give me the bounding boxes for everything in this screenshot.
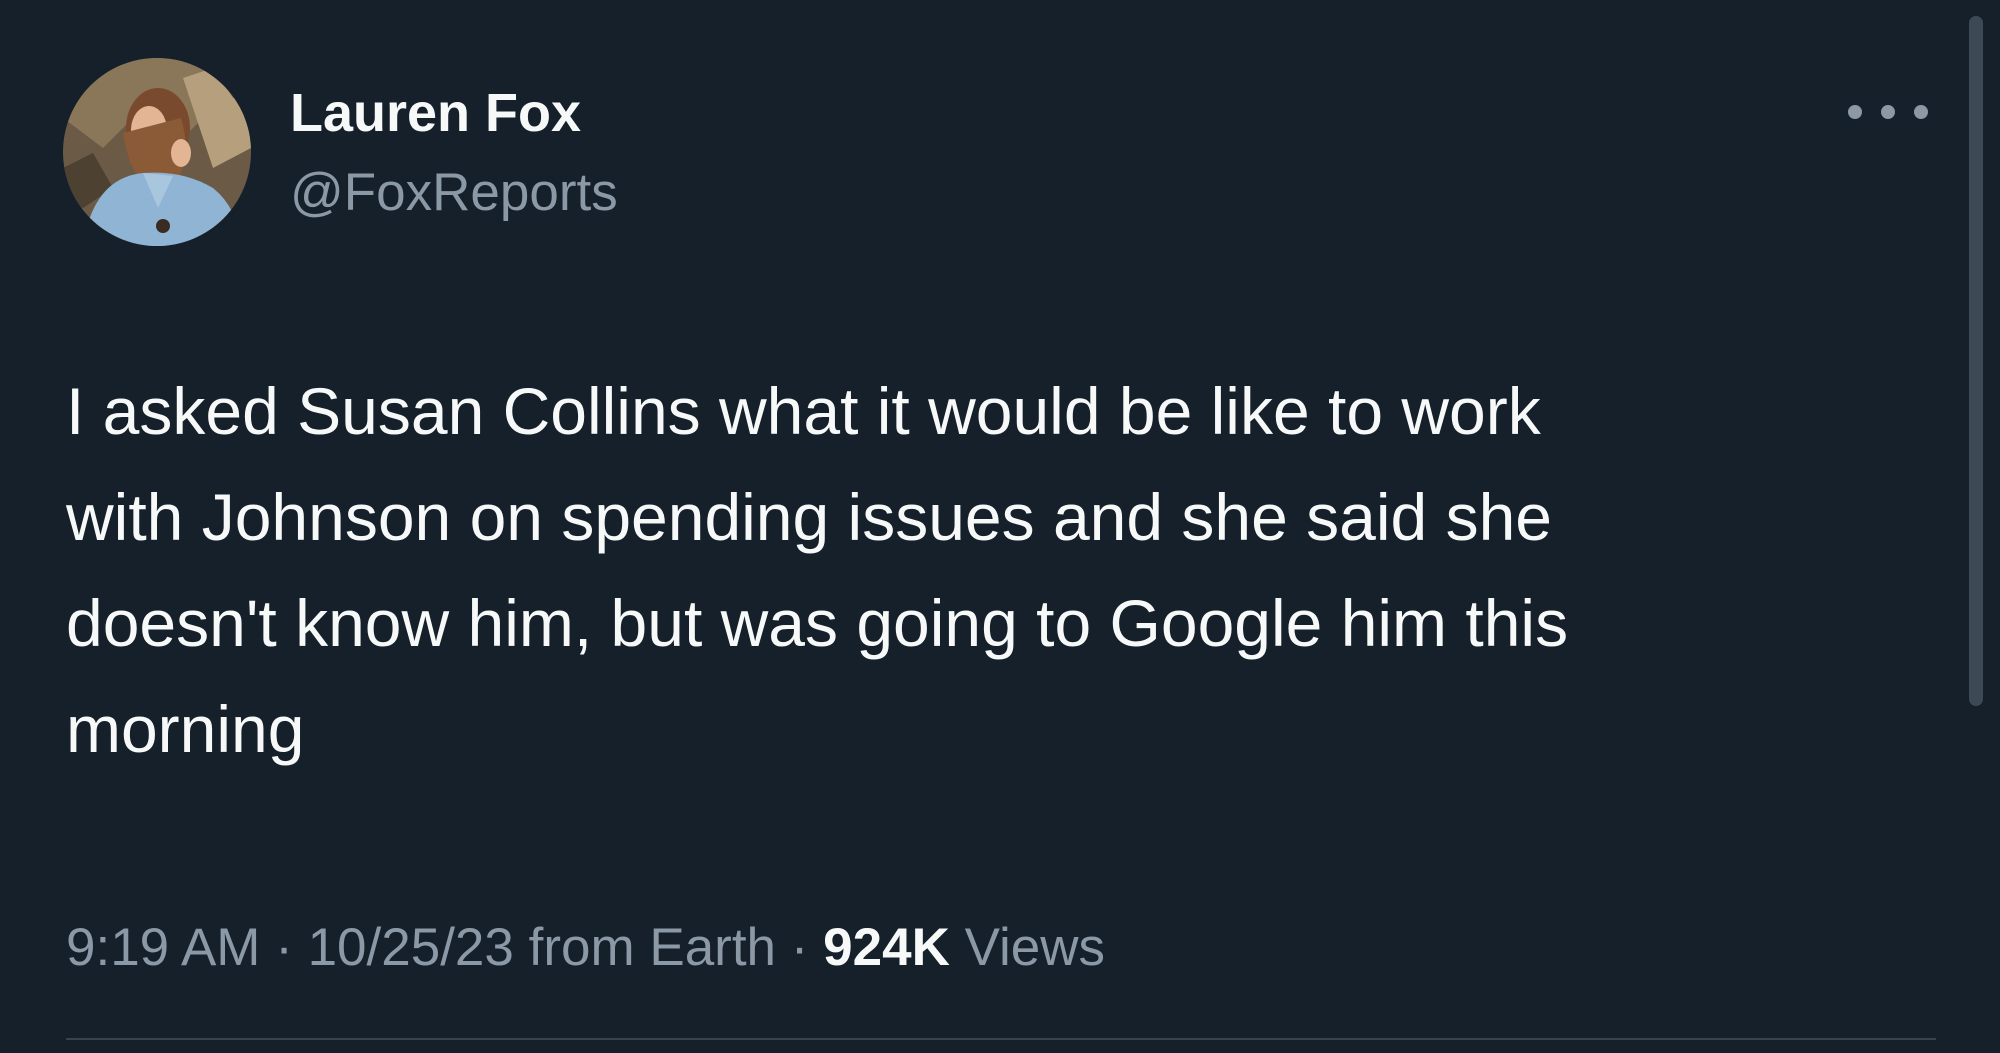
more-options-button[interactable] (1848, 97, 1928, 127)
tweet-time[interactable]: 9:19 AM (66, 918, 260, 977)
more-horizontal-icon (1881, 105, 1895, 119)
avatar-photo (63, 58, 251, 246)
tweet-card: Lauren Fox @FoxReports I asked Susan Col… (0, 0, 2000, 1053)
tweet-text: I asked Susan Collins what it would be l… (66, 374, 1569, 766)
views-count[interactable]: 924K (823, 918, 950, 977)
views-label: Views (949, 918, 1105, 977)
more-horizontal-icon (1914, 105, 1928, 119)
more-horizontal-icon (1848, 105, 1862, 119)
tweet-meta: 9:19 AM · 10/25/23 from Earth · 924K Vie… (66, 915, 1105, 981)
scrollbar[interactable] (1969, 16, 1983, 706)
author-name[interactable]: Lauren Fox (290, 80, 581, 146)
meta-separator: · (776, 918, 824, 977)
divider (66, 1038, 1936, 1040)
meta-separator: · (260, 918, 308, 977)
avatar[interactable] (63, 58, 251, 246)
tweet-date[interactable]: 10/25/23 (308, 918, 514, 977)
tweet-source: from Earth (513, 918, 777, 977)
author-handle[interactable]: @FoxReports (290, 160, 618, 226)
